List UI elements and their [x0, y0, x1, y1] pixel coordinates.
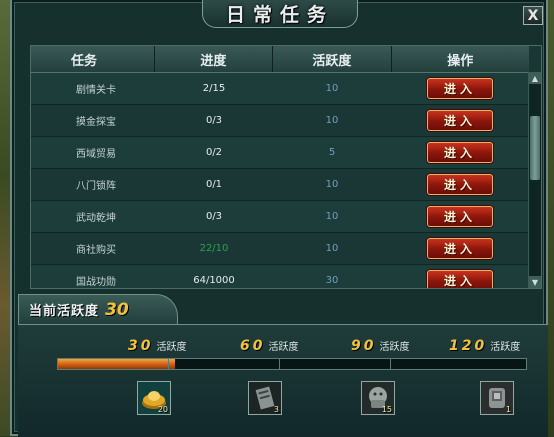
- milestone-60: 60 活跃度: [240, 338, 298, 354]
- enter-button[interactable]: 进入: [427, 174, 493, 195]
- scrollbar-thumb[interactable]: [530, 116, 540, 180]
- table-row: 剧情关卡 2/15 10 进入: [31, 73, 529, 105]
- task-table: 任务 进度 活跃度 操作 剧情关卡 2/15 10 进入 摸金探宝 0/3 10…: [30, 45, 542, 289]
- milestone-value: 90: [351, 338, 377, 354]
- task-progress: 0/3: [205, 211, 223, 222]
- milestone-30: 30 活跃度: [128, 338, 186, 354]
- table-row: 武动乾坤 0/3 10 进入: [31, 201, 529, 233]
- scroll-down-arrow-icon[interactable]: ▼: [529, 276, 541, 288]
- task-activity: 10: [325, 115, 339, 126]
- table-row: 商社购买 22/10 10 进入: [31, 233, 529, 265]
- table-row: 摸金探宝 0/3 10 进入: [31, 105, 529, 137]
- task-action-cell: 进入: [391, 174, 529, 195]
- task-action-cell: 进入: [391, 238, 529, 259]
- window-title: 日常任务: [225, 4, 334, 26]
- task-action-cell: 进入: [391, 110, 529, 131]
- task-activity: 5: [328, 147, 336, 158]
- task-rows: 剧情关卡 2/15 10 进入 摸金探宝 0/3 10 进入 西域贸易 0/2 …: [31, 73, 529, 288]
- milestone-value: 30: [128, 338, 154, 354]
- task-name: 国战功勋: [76, 277, 116, 288]
- task-activity: 10: [325, 243, 339, 254]
- task-name: 八门锁阵: [76, 181, 116, 192]
- task-name: 西域贸易: [76, 149, 116, 160]
- table-row: 西域贸易 0/2 5 进入: [31, 137, 529, 169]
- task-progress: 0/2: [205, 147, 223, 158]
- milestone-120: 120 活跃度: [449, 338, 520, 354]
- current-activity-tab: 当前活跃度 30: [18, 294, 178, 324]
- window-title-banner: 日常任务: [202, 0, 358, 28]
- task-progress: 64/1000: [193, 275, 235, 286]
- header-task: 任务: [31, 46, 155, 72]
- task-action-cell: 进入: [391, 270, 529, 288]
- enter-button[interactable]: 进入: [427, 270, 493, 288]
- milestone-90: 90 活跃度: [351, 338, 409, 354]
- task-activity: 10: [325, 211, 339, 222]
- task-activity: 10: [325, 179, 339, 190]
- task-activity: 10: [325, 83, 339, 94]
- milestone-unit: 活跃度: [490, 342, 521, 353]
- milestone-value: 60: [240, 338, 266, 354]
- table-row: 八门锁阵 0/1 10 进入: [31, 169, 529, 201]
- task-name: 商社购买: [76, 245, 116, 256]
- reward-count: 1: [505, 405, 511, 414]
- task-action-cell: 进入: [391, 206, 529, 227]
- reward-slot-1[interactable]: 20: [137, 381, 171, 415]
- table-row: 国战功勋 64/1000 30 进入: [31, 265, 529, 288]
- scroll-up-arrow-icon[interactable]: ▲: [529, 72, 541, 84]
- enter-button[interactable]: 进入: [427, 206, 493, 227]
- close-button[interactable]: X: [523, 6, 543, 25]
- reward-slot-4[interactable]: 1: [480, 381, 514, 415]
- task-name: 武动乾坤: [76, 213, 116, 224]
- reward-slot-3[interactable]: 15: [361, 381, 395, 415]
- task-action-cell: 进入: [391, 78, 529, 99]
- header-action: 操作: [447, 53, 474, 69]
- reward-count: 3: [273, 405, 279, 414]
- task-name: 摸金探宝: [76, 117, 116, 128]
- enter-button[interactable]: 进入: [427, 142, 493, 163]
- milestone-value: 120: [449, 338, 488, 354]
- reward-count: 20: [157, 405, 168, 414]
- task-action-cell: 进入: [391, 142, 529, 163]
- task-name: 剧情关卡: [76, 85, 116, 96]
- header-progress: 进度: [155, 46, 274, 72]
- progress-tick: [279, 359, 280, 369]
- current-activity-value: 30: [105, 299, 129, 320]
- task-progress: 2/15: [202, 83, 226, 94]
- task-progress: 22/10: [199, 243, 229, 254]
- milestone-unit: 活跃度: [379, 342, 410, 353]
- activity-progress-fill: [58, 359, 175, 369]
- reward-slot-2[interactable]: 3: [248, 381, 282, 415]
- table-header: 任务 进度 活跃度 操作: [31, 46, 529, 73]
- progress-tick: [168, 359, 169, 369]
- task-progress: 0/1: [205, 179, 223, 190]
- enter-button[interactable]: 进入: [427, 238, 493, 259]
- task-activity: 30: [325, 275, 339, 286]
- table-scrollbar[interactable]: ▲ ▼: [528, 72, 541, 288]
- enter-button[interactable]: 进入: [427, 110, 493, 131]
- milestone-unit: 活跃度: [268, 342, 299, 353]
- reward-count: 15: [381, 405, 392, 414]
- activity-progress-bar: [57, 358, 527, 370]
- task-progress: 0/3: [205, 115, 223, 126]
- enter-button[interactable]: 进入: [427, 78, 493, 99]
- header-activity: 活跃度: [273, 46, 392, 72]
- progress-tick: [390, 359, 391, 369]
- milestone-unit: 活跃度: [156, 342, 187, 353]
- current-activity-label: 当前活跃度: [29, 304, 100, 319]
